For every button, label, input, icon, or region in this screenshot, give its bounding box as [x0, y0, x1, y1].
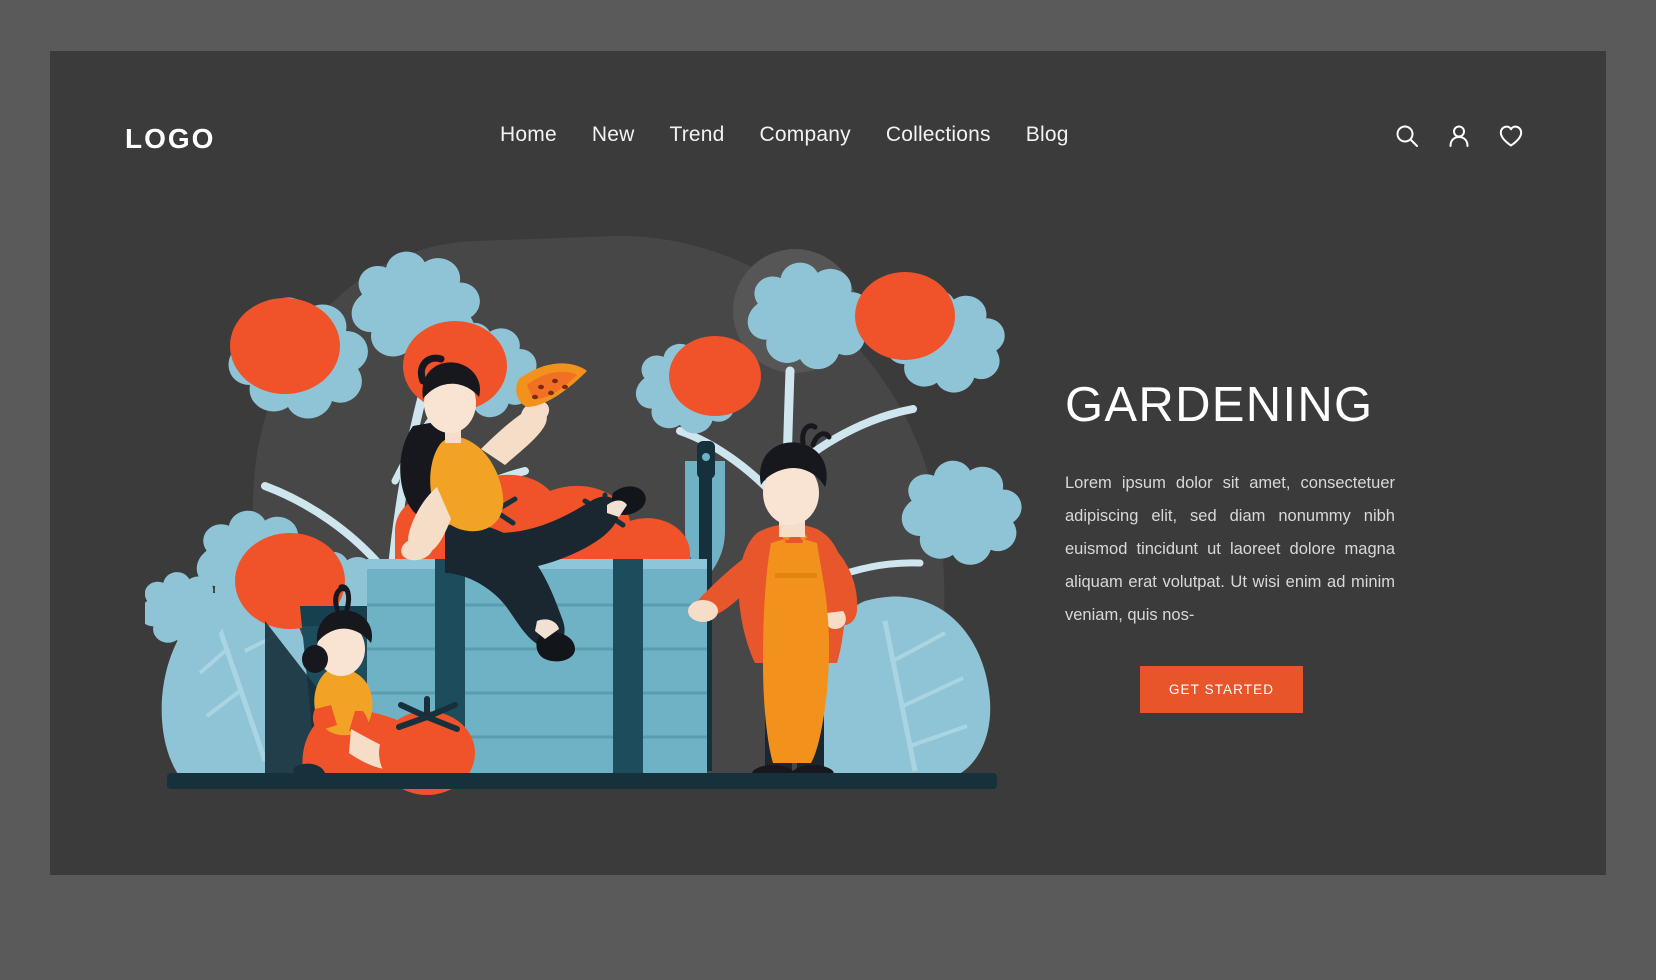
user-icon[interactable]	[1446, 123, 1472, 149]
nav-item-blog[interactable]: Blog	[1026, 123, 1069, 147]
get-started-button[interactable]: GET STARTED	[1140, 666, 1303, 713]
logo[interactable]: LOGO	[125, 123, 215, 155]
main-navigation: Home New Trend Company Collections Blog	[500, 123, 1069, 147]
nav-item-new[interactable]: New	[592, 123, 635, 147]
gardening-illustration	[145, 181, 1045, 831]
search-icon[interactable]	[1394, 123, 1420, 149]
heart-icon[interactable]	[1498, 123, 1524, 149]
nav-item-trend[interactable]: Trend	[669, 123, 724, 147]
site-header: LOGO Home New Trend Company Collections …	[50, 51, 1606, 231]
nav-item-home[interactable]: Home	[500, 123, 557, 147]
nav-item-company[interactable]: Company	[760, 123, 851, 147]
ground-line	[167, 773, 997, 789]
hero-card: LOGO Home New Trend Company Collections …	[50, 51, 1606, 875]
page-frame: LOGO Home New Trend Company Collections …	[0, 0, 1656, 980]
hero-copy: GARDENING Lorem ipsum dolor sit amet, co…	[1065, 381, 1405, 713]
hero-description: Lorem ipsum dolor sit amet, consectetuer…	[1065, 474, 1395, 624]
nav-item-collections[interactable]: Collections	[886, 123, 991, 147]
page-title: GARDENING	[1065, 378, 1374, 432]
header-icon-group	[1394, 123, 1524, 149]
